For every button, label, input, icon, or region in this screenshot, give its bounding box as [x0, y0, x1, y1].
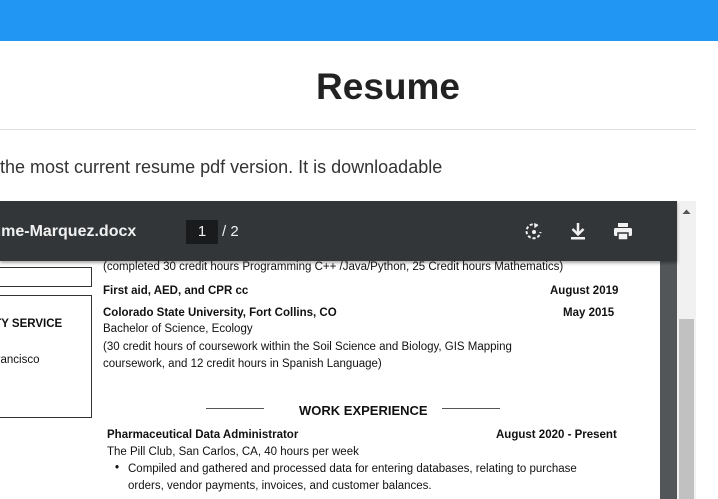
top-app-bar — [0, 0, 718, 41]
download-icon[interactable] — [566, 219, 590, 243]
scroll-up-arrow-icon[interactable] — [677, 205, 696, 219]
pdf-viewer[interactable]: Resume-Marquez.docx 1 / 2 — [0, 201, 718, 499]
sidebar-box — [0, 267, 92, 287]
sidebar-box: COMMUNITY SERVICE San Francisco — [0, 295, 92, 418]
job-bullet-line: orders, vendor payments, invoices, and c… — [128, 480, 432, 492]
job-title: Pharmaceutical Data Administrator — [107, 429, 299, 441]
job-location: The Pill Club, San Carlos, CA, 40 hours … — [107, 446, 359, 458]
heading-rule-right — [442, 408, 500, 409]
intro-text: the most current resume pdf version. It … — [0, 157, 443, 177]
section-heading: WORK EXPERIENCE — [299, 403, 428, 418]
page-title: Resume — [316, 66, 460, 107]
current-page-input[interactable]: 1 — [186, 220, 218, 244]
certification-date: August 2019 — [550, 285, 619, 297]
rotate-icon[interactable] — [522, 219, 546, 243]
school-name: Colorado State University, Fort Collins,… — [103, 307, 337, 319]
pdf-document-area[interactable]: (completed 30 credit hours Programming C… — [0, 261, 677, 499]
school-date: May 2015 — [563, 307, 615, 319]
job-bullet-line: Compiled and gathered and processed data… — [128, 463, 577, 475]
heading-rule-left — [206, 408, 264, 409]
job-dates: August 2020 - Present — [496, 429, 617, 441]
page-scrollbar[interactable] — [677, 201, 696, 499]
education-note: (completed 30 credit hours Programming C… — [103, 261, 564, 273]
scrollbar-thumb[interactable] — [679, 319, 694, 499]
title-divider — [0, 129, 696, 130]
certification-name: First aid, AED, and CPR cc — [103, 285, 249, 297]
pdf-filename: Resume-Marquez.docx — [0, 223, 136, 241]
sidebar-heading: COMMUNITY SERVICE — [0, 318, 63, 330]
pdf-page: (completed 30 credit hours Programming C… — [0, 261, 660, 499]
sidebar-location: San Francisco — [0, 354, 40, 366]
print-icon[interactable] — [611, 219, 635, 243]
degree: Bachelor of Science, Ecology — [103, 323, 253, 335]
page-total: / 2 — [222, 223, 239, 240]
coursework-line: coursework, and 12 credit hours in Spani… — [103, 358, 382, 370]
pdf-filename-text: Resume-Marquez.docx — [0, 223, 137, 240]
coursework-line: (30 credit hours of coursework within th… — [103, 341, 512, 353]
pdf-toolbar: Resume-Marquez.docx 1 / 2 — [0, 201, 677, 261]
bullet-marker: • — [115, 462, 120, 474]
